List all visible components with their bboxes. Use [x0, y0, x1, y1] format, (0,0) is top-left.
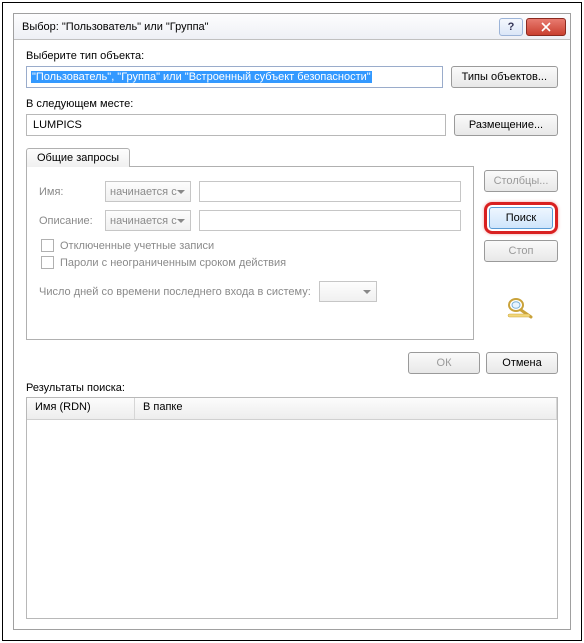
location-field[interactable]: LUMPICS [26, 114, 446, 136]
cancel-button[interactable]: Отмена [486, 352, 558, 374]
non-expiring-password-checkbox[interactable] [41, 256, 54, 269]
ok-button[interactable]: ОК [408, 352, 480, 374]
close-icon [541, 22, 551, 32]
disabled-accounts-checkbox[interactable] [41, 239, 54, 252]
name-label: Имя: [39, 186, 97, 198]
stop-button[interactable]: Стоп [484, 240, 558, 262]
days-dropdown[interactable] [319, 281, 377, 302]
tab-common-queries[interactable]: Общие запросы [26, 148, 130, 167]
column-header-rdn[interactable]: Имя (RDN) [27, 398, 135, 419]
location-value: LUMPICS [33, 119, 82, 131]
help-icon: ? [508, 21, 515, 33]
days-since-login-label: Число дней со времени последнего входа в… [39, 286, 311, 298]
location-label: В следующем месте: [26, 98, 558, 110]
search-button[interactable]: Поиск [489, 207, 553, 229]
dialog-window: Выбор: "Пользователь" или "Группа" ? Выб… [13, 13, 571, 630]
description-label: Описание: [39, 215, 97, 227]
placement-button[interactable]: Размещение... [454, 114, 558, 136]
name-match-dropdown[interactable]: начинается с [105, 181, 191, 202]
disabled-accounts-label: Отключенные учетные записи [60, 240, 214, 252]
object-type-value: "Пользователь", "Группа" или "Встроенный… [31, 71, 372, 83]
description-match-dropdown[interactable]: начинается с [105, 210, 191, 231]
close-button[interactable] [526, 18, 566, 36]
window-title: Выбор: "Пользователь" или "Группа" [22, 21, 499, 33]
columns-button[interactable]: Столбцы... [484, 170, 558, 192]
help-button[interactable]: ? [499, 18, 523, 36]
description-input[interactable] [199, 210, 461, 231]
results-label: Результаты поиска: [26, 382, 558, 394]
column-header-folder[interactable]: В папке [135, 398, 557, 419]
object-types-button[interactable]: Типы объектов... [451, 66, 558, 88]
tab-content: Имя: начинается с Описание: начинается с [26, 166, 474, 340]
object-type-field[interactable]: "Пользователь", "Группа" или "Встроенный… [26, 66, 443, 88]
non-expiring-password-label: Пароли с неограниченным сроком действия [60, 257, 286, 269]
results-body [27, 420, 557, 618]
search-icon [506, 296, 536, 323]
search-highlight: Поиск [484, 202, 558, 234]
object-type-label: Выберите тип объекта: [26, 50, 558, 62]
titlebar: Выбор: "Пользователь" или "Группа" ? [14, 14, 570, 40]
results-table: Имя (RDN) В папке [26, 397, 558, 619]
name-input[interactable] [199, 181, 461, 202]
